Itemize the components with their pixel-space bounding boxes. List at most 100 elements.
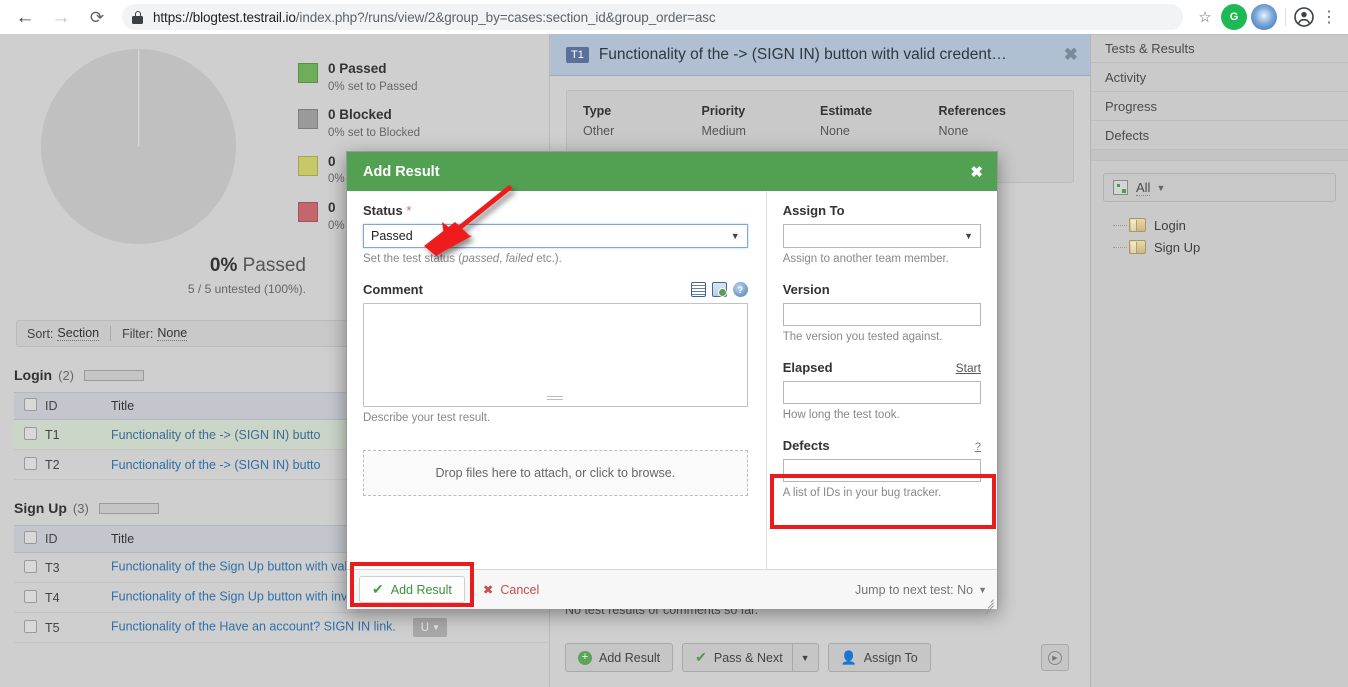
row-checkbox[interactable] (24, 457, 37, 470)
row-checkbox[interactable] (24, 590, 37, 603)
section-progress-bar-login (84, 370, 144, 381)
version-input[interactable] (783, 303, 981, 326)
test-id-badge: T1 (566, 47, 589, 63)
select-all-checkbox[interactable] (24, 398, 37, 411)
sort-value-link[interactable]: Section (57, 326, 99, 341)
row-title-link[interactable]: Functionality of the -> (SIGN IN) butto (111, 458, 320, 472)
next-test-button[interactable]: ▶ (1041, 644, 1069, 671)
row-status-button[interactable]: U▼ (413, 618, 447, 637)
forward-arrow-icon[interactable]: → (46, 2, 76, 32)
reload-icon[interactable]: ⟳ (82, 2, 112, 32)
legend-sub-failed: 0% (328, 219, 345, 233)
elapsed-input[interactable] (783, 381, 981, 404)
row-id: T2 (44, 450, 110, 480)
legend-sub-passed: 0% set to Passed (328, 80, 418, 94)
address-bar[interactable]: https://blogtest.testrail.io/index.php?/… (122, 4, 1183, 30)
sidebar-item-progress[interactable]: Progress (1091, 92, 1348, 121)
extension-grammarly-icon[interactable]: G (1221, 4, 1247, 30)
assign-to-hint: Assign to another team member. (783, 253, 981, 265)
legend-swatch-retest (298, 156, 318, 176)
status-pie-chart (41, 49, 236, 244)
row-checkbox[interactable] (24, 560, 37, 573)
chevron-down-icon[interactable]: ▼ (1156, 183, 1165, 193)
profile-avatar-icon[interactable] (1292, 5, 1316, 29)
table-row[interactable]: T5 Functionality of the Have an account?… (14, 613, 574, 643)
status-dropdown-value: Passed (371, 229, 731, 243)
sidebar-item-tests-results[interactable]: Tests & Results (1091, 34, 1348, 63)
meta-key: Priority (702, 104, 821, 118)
assign-to-dropdown[interactable]: ▼ (783, 224, 981, 248)
add-result-submit-button[interactable]: ✔ Add Result (359, 576, 465, 603)
assign-to-button[interactable]: 👤 Assign To (828, 643, 931, 672)
add-result-button[interactable]: + Add Result (565, 643, 673, 672)
legend-swatch-passed (298, 63, 318, 83)
sort-label: Sort: (27, 327, 53, 341)
select-all-checkbox[interactable] (24, 531, 37, 544)
defects-help-icon[interactable]: ? (975, 441, 981, 453)
row-id: T1 (44, 420, 110, 450)
url-text: https://blogtest.testrail.io/index.php?/… (153, 10, 716, 25)
pass-and-next-button[interactable]: ✔ Pass & Next (682, 643, 792, 672)
comment-textarea[interactable] (363, 303, 748, 407)
extension-blue-icon[interactable] (1251, 4, 1277, 30)
cancel-button[interactable]: ✖ Cancel (471, 576, 551, 603)
row-id: T4 (44, 583, 110, 613)
sidebar-item-activity[interactable]: Activity (1091, 63, 1348, 92)
tree-view-icon (1113, 180, 1128, 195)
sidebar-filter-label[interactable]: All (1136, 180, 1150, 196)
elapsed-start-link[interactable]: Start (956, 361, 981, 375)
row-checkbox-cell[interactable] (14, 553, 44, 583)
meta-value: Other (583, 124, 702, 138)
chevron-down-icon: ▼ (731, 231, 740, 241)
url-path: /index.php?/runs/view/2&group_by=cases:s… (296, 10, 716, 25)
row-title-link[interactable]: Functionality of the Have an account? SI… (111, 620, 396, 634)
row-checkbox-cell[interactable] (14, 583, 44, 613)
select-all-header[interactable] (14, 393, 44, 420)
dialog-right-column: Assign To ▼ Assign to another team membe… (766, 191, 997, 569)
row-title-cell[interactable]: Functionality of the Have an account? SI… (110, 613, 574, 643)
close-icon[interactable]: ✖ (1064, 45, 1078, 65)
filter-value-link[interactable]: None (157, 326, 187, 341)
meta-references: References None (939, 104, 1058, 138)
back-arrow-icon[interactable]: ← (10, 2, 40, 32)
status-dropdown[interactable]: Passed ▼ (363, 224, 748, 248)
attachment-dropzone[interactable]: Drop files here to attach, or click to b… (363, 450, 748, 496)
defects-input[interactable] (783, 459, 981, 482)
column-header-id[interactable]: ID (44, 526, 110, 553)
meta-key: Type (583, 104, 702, 118)
meta-value: Medium (702, 124, 821, 138)
chrome-menu-icon[interactable]: ⋮ (1316, 7, 1342, 27)
sidebar-filter-box[interactable]: All ▼ (1103, 173, 1336, 202)
row-checkbox[interactable] (24, 620, 37, 633)
dialog-title: Add Result (363, 164, 970, 180)
defects-hint: A list of IDs in your bug tracker. (783, 487, 981, 499)
url-host: https://blogtest.testrail.io (153, 10, 296, 25)
row-checkbox[interactable] (24, 427, 37, 440)
bookmark-star-icon[interactable]: ☆ (1191, 8, 1219, 26)
row-checkbox-cell[interactable] (14, 613, 44, 643)
select-all-header[interactable] (14, 526, 44, 553)
column-header-id[interactable]: ID (44, 393, 110, 420)
tree-item-signup[interactable]: Sign Up (1113, 236, 1348, 258)
pass-next-dropdown-button[interactable]: ▼ (792, 643, 819, 672)
row-title-link[interactable]: Functionality of the -> (SIGN IN) butto (111, 428, 320, 442)
row-checkbox-cell[interactable] (14, 420, 44, 450)
tree-item-login[interactable]: Login (1113, 214, 1348, 236)
jump-to-next-test-dropdown[interactable]: Jump to next test: No ▼ (855, 583, 987, 597)
resize-grip-icon[interactable] (547, 396, 563, 402)
dialog-resize-grip[interactable] (982, 595, 994, 607)
help-icon[interactable]: ? (733, 282, 748, 297)
section-progress-bar-signup (99, 503, 159, 514)
insert-image-icon[interactable] (712, 282, 727, 297)
app-root: ← → ⟳ https://blogtest.testrail.io/index… (0, 0, 1348, 687)
status-label-text: Status (363, 203, 403, 218)
right-sidebar: Tests & Results Activity Progress Defect… (1090, 34, 1348, 687)
jump-label: Jump to next test: No (855, 583, 973, 597)
play-arrow-icon: ▶ (1048, 651, 1062, 665)
sidebar-item-defects[interactable]: Defects (1091, 121, 1348, 150)
check-icon: ✔ (372, 581, 384, 598)
row-checkbox-cell[interactable] (14, 450, 44, 480)
close-icon[interactable]: ✖ (970, 163, 983, 181)
defects-label: Defects (783, 438, 975, 453)
table-icon[interactable] (691, 282, 706, 297)
